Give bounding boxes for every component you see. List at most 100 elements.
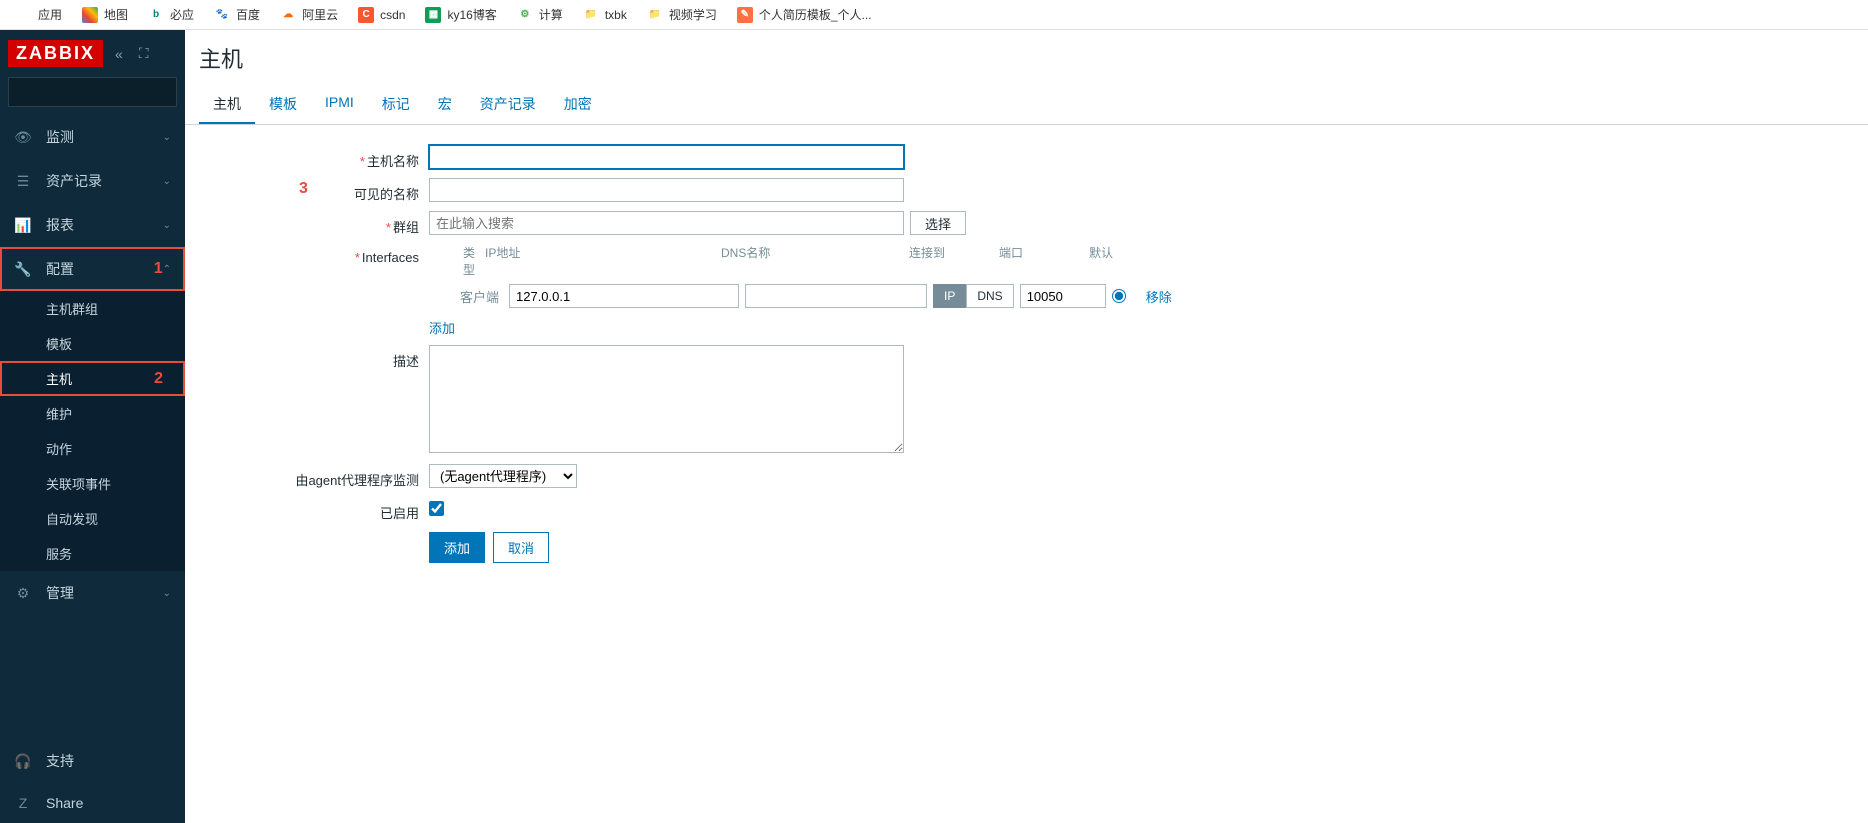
submenu-maintenance[interactable]: 维护 [0, 396, 185, 431]
menu-configuration[interactable]: 🔧 配置 1 ⌃ [0, 247, 185, 291]
csdn-icon: C [358, 7, 374, 23]
toggle-dns[interactable]: DNS [966, 284, 1013, 308]
headset-icon: 🎧 [14, 753, 32, 770]
gear-icon: ⚙ [14, 585, 32, 602]
baidu-icon: 🐾 [214, 7, 230, 23]
tab-ipmi[interactable]: IPMI [311, 86, 368, 124]
visible-name-input[interactable] [429, 178, 904, 202]
tab-tags[interactable]: 标记 [368, 86, 424, 124]
bookmark-ky16[interactable]: ▦ ky16博客 [417, 2, 504, 27]
menu-monitoring[interactable]: 👁 监测 ⌄ [0, 115, 185, 159]
bookmark-txbk[interactable]: 📁 txbk [575, 3, 635, 27]
groups-label: *群组 [199, 211, 429, 236]
submenu-templates[interactable]: 模板 [0, 326, 185, 361]
host-form: *主机名称 3 可见的名称 *群组 选择 *Interfaces [185, 125, 1868, 583]
submenu-correlation[interactable]: 关联项事件 [0, 466, 185, 501]
description-textarea[interactable] [429, 345, 904, 453]
interfaces-label: *Interfaces [199, 244, 429, 265]
chevron-down-icon: ⌄ [163, 588, 171, 599]
chevron-down-icon: ⌄ [163, 132, 171, 143]
cancel-button[interactable]: 取消 [493, 532, 549, 563]
default-radio[interactable] [1112, 289, 1126, 303]
proxy-label: 由agent代理程序监测 [199, 464, 429, 489]
collapse-sidebar-icon[interactable]: « [111, 42, 127, 66]
bookmark-csdn[interactable]: C csdn [350, 3, 413, 27]
remove-interface-button[interactable]: 移除 [1146, 287, 1172, 306]
submenu-hosts[interactable]: 主机 2 [0, 361, 185, 396]
menu-administration[interactable]: ⚙ 管理 ⌄ [0, 571, 185, 615]
tab-templates[interactable]: 模板 [255, 86, 311, 124]
expand-icon[interactable]: ⛶ [135, 41, 153, 66]
submenu-discovery[interactable]: 自动发现 [0, 501, 185, 536]
maps-icon [82, 7, 98, 23]
connect-toggle: IP DNS [933, 284, 1014, 308]
bookmark-baidu[interactable]: 🐾 百度 [206, 2, 268, 27]
footer-share[interactable]: Z Share [0, 783, 185, 823]
bookmark-resume[interactable]: ✎ 个人简历模板_个人... [729, 2, 880, 27]
footer-support[interactable]: 🎧 支持 [0, 739, 185, 783]
annotation-3: 3 [299, 180, 308, 198]
apps-grid-icon [16, 7, 32, 23]
submenu-configuration: 主机群组 模板 主机 2 维护 动作 关联项事件 自动发现 服务 [0, 291, 185, 571]
bookmark-video[interactable]: 📁 视频学习 [639, 2, 725, 27]
ip-input[interactable] [509, 284, 739, 308]
annotation-1: 1 [154, 260, 163, 278]
bookmark-label: 地图 [104, 6, 128, 23]
host-name-input[interactable] [429, 145, 904, 169]
menu-inventory[interactable]: ☰ 资产记录 ⌄ [0, 159, 185, 203]
aliyun-icon: ☁ [280, 7, 296, 23]
tabs: 主机 模板 IPMI 标记 宏 资产记录 加密 [185, 86, 1868, 125]
bookmark-label: 个人简历模板_个人... [759, 6, 872, 23]
chevron-down-icon: ⌄ [163, 176, 171, 187]
host-name-label: *主机名称 [199, 145, 429, 170]
tab-macros[interactable]: 宏 [424, 86, 466, 124]
col-default-header: 默认 [1083, 244, 1113, 278]
zabbix-logo[interactable]: ZABBIX [8, 40, 103, 67]
submit-button[interactable]: 添加 [429, 532, 485, 563]
bookmark-maps[interactable]: 地图 [74, 2, 136, 27]
interfaces-header: 类型 IP地址 DNS名称 连接到 端口 默认 [429, 244, 1172, 284]
enabled-label: 已启用 [199, 497, 429, 522]
bookmark-bing[interactable]: b 必应 [140, 2, 202, 27]
wrench-icon: 🔧 [14, 261, 32, 278]
port-input[interactable] [1020, 284, 1106, 308]
submenu-label: 主机 [46, 369, 72, 388]
add-interface-button[interactable]: 添加 [429, 318, 455, 337]
bookmark-calc[interactable]: ⚙ 计算 [509, 2, 571, 27]
agent-type-label: 客户端 [429, 287, 503, 306]
gear-icon: ⚙ [517, 7, 533, 23]
submenu-hostgroups[interactable]: 主机群组 [0, 291, 185, 326]
enabled-checkbox[interactable] [429, 501, 444, 516]
chevron-up-icon: ⌃ [163, 264, 171, 275]
chevron-down-icon: ⌄ [163, 220, 171, 231]
menu-label: 配置 [46, 259, 124, 279]
visible-name-label: 3 可见的名称 [199, 178, 429, 203]
folder-icon: 📁 [583, 7, 599, 23]
bookmark-aliyun[interactable]: ☁ 阿里云 [272, 2, 346, 27]
footer-label: Share [46, 795, 171, 811]
col-dns-header: DNS名称 [715, 244, 903, 278]
sidebar: ZABBIX « ⛶ 👁 监测 ⌄ ☰ 资产记录 ⌄ [0, 30, 185, 823]
toggle-ip[interactable]: IP [933, 284, 966, 308]
search-input[interactable] [9, 85, 202, 100]
proxy-select[interactable]: (无agent代理程序) [429, 464, 577, 488]
menu-label: 监测 [46, 127, 163, 147]
tab-encryption[interactable]: 加密 [550, 86, 606, 124]
description-label: 描述 [199, 345, 429, 370]
menu-reports[interactable]: 📊 报表 ⌄ [0, 203, 185, 247]
bing-icon: b [148, 7, 164, 23]
groups-select-button[interactable]: 选择 [910, 211, 966, 235]
tab-inventory[interactable]: 资产记录 [466, 86, 550, 124]
bookmarks-bar: 应用 地图 b 必应 🐾 百度 ☁ 阿里云 C csdn ▦ ky16博客 ⚙ … [0, 0, 1868, 30]
eye-icon: 👁 [14, 129, 32, 146]
bookmark-label: 应用 [38, 6, 62, 23]
submenu-services[interactable]: 服务 [0, 536, 185, 571]
dns-input[interactable] [745, 284, 927, 308]
bookmark-label: 必应 [170, 6, 194, 23]
bookmark-apps[interactable]: 应用 [8, 2, 70, 27]
bookmark-label: 视频学习 [669, 6, 717, 23]
tab-host[interactable]: 主机 [199, 86, 255, 124]
submenu-actions[interactable]: 动作 [0, 431, 185, 466]
list-icon: ☰ [14, 173, 32, 190]
groups-input[interactable] [429, 211, 904, 235]
